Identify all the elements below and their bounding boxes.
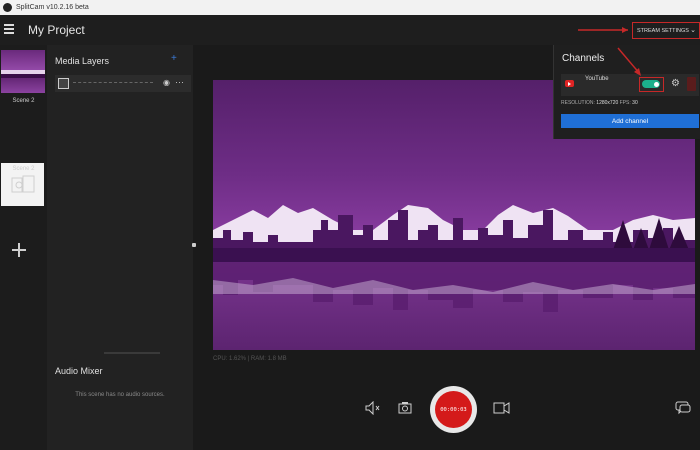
window-titlebar: SplitCam v10.2.16 beta bbox=[0, 0, 700, 15]
audio-mixer-title: Audio Mixer bbox=[55, 366, 103, 376]
channel-enabled-toggle[interactable] bbox=[642, 80, 660, 88]
image-layer-icon bbox=[58, 78, 69, 89]
media-layers-title: Media Layers bbox=[55, 56, 110, 66]
channel-row[interactable]: YouTube ⚙ bbox=[561, 74, 699, 96]
record-button[interactable]: 00:00:03 bbox=[430, 386, 477, 433]
channels-title: Channels bbox=[562, 53, 605, 64]
window-title: SplitCam v10.2.16 beta bbox=[16, 4, 89, 11]
channel-name: YouTube bbox=[585, 76, 609, 82]
youtube-icon bbox=[565, 80, 574, 87]
camera-snapshot-icon[interactable] bbox=[398, 401, 412, 417]
eye-icon[interactable]: ◉ bbox=[163, 78, 170, 87]
audio-mixer-empty-text: This scene has no audio sources. bbox=[75, 392, 165, 398]
fps-value: 30 bbox=[632, 100, 638, 106]
scene-thumbnail[interactable] bbox=[1, 50, 45, 93]
add-scene-icon[interactable] bbox=[12, 243, 26, 257]
scenes-panel: Scene 2 Scene 2 bbox=[0, 45, 47, 450]
gear-icon[interactable]: ⚙ bbox=[671, 78, 680, 89]
stream-settings-label: STREAM SETTINGS bbox=[637, 27, 689, 34]
empty-scene-icon bbox=[11, 175, 34, 192]
stream-settings-dropdown[interactable]: STREAM SETTINGS ⌄ bbox=[632, 22, 700, 39]
layer-name bbox=[73, 82, 153, 83]
scene-label: Scene 2 bbox=[12, 166, 35, 172]
menu-icon[interactable] bbox=[4, 24, 14, 34]
more-options-icon[interactable]: ··· bbox=[175, 77, 184, 87]
app-logo-icon bbox=[3, 3, 12, 12]
fps-label: FPS: bbox=[619, 100, 631, 106]
add-channel-button[interactable]: Add channel bbox=[561, 114, 699, 128]
media-layers-panel: Media Layers + ◉ ··· Audio Mixer This sc… bbox=[47, 45, 193, 450]
app-header: My Project bbox=[0, 15, 700, 45]
scene-label: Scene 2 bbox=[12, 98, 35, 104]
toggle-highlight bbox=[639, 77, 664, 92]
volume-icon[interactable] bbox=[365, 400, 381, 418]
delete-channel-icon[interactable] bbox=[687, 77, 696, 91]
panel-resize-handle[interactable] bbox=[104, 352, 160, 354]
project-title: My Project bbox=[28, 23, 85, 37]
channel-meta: RESOLUTION: 1280x720 FPS: 30 bbox=[561, 100, 638, 106]
chevron-down-icon: ⌄ bbox=[690, 27, 696, 34]
video-camera-icon[interactable] bbox=[493, 402, 510, 417]
record-timer: 00:00:03 bbox=[435, 391, 472, 428]
resolution-value: 1280x720 bbox=[596, 100, 619, 106]
layer-row[interactable]: ◉ ··· bbox=[55, 75, 191, 92]
channels-panel: Channels YouTube ⚙ RESOLUTION: 1280x720 … bbox=[553, 45, 700, 139]
resolution-label: RESOLUTION: bbox=[561, 100, 595, 106]
performance-stats: CPU: 1.62% | RAM: 1.8 MB bbox=[213, 356, 287, 362]
chat-icon[interactable] bbox=[675, 401, 691, 418]
plus-icon[interactable]: + bbox=[171, 53, 177, 64]
collapse-handle[interactable] bbox=[192, 243, 196, 247]
